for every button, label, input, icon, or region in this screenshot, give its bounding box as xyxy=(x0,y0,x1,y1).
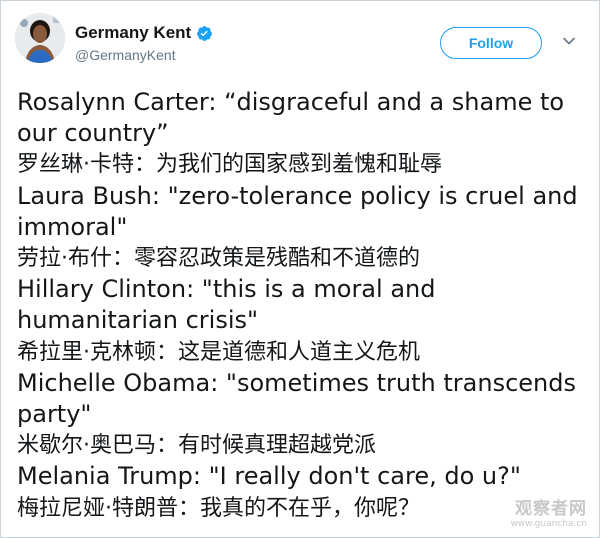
chevron-down-icon[interactable] xyxy=(561,33,577,49)
user-handle[interactable]: @GermanyKent xyxy=(75,47,176,63)
verified-badge-icon xyxy=(196,25,213,42)
tweet-header: Germany Kent @GermanyKent Follow xyxy=(15,13,585,73)
watermark: 观察者网 www.guancha.cn xyxy=(511,494,587,529)
tweet-line: Michelle Obama: "sometimes truth transce… xyxy=(17,368,576,397)
tweet-line: Melania Trump: "I really don't care, do … xyxy=(17,462,521,491)
name-row: Germany Kent xyxy=(75,21,213,45)
watermark-logo-text: 观察者网 xyxy=(515,499,587,519)
tweet-line: Laura Bush: "zero-tolerance policy is cr… xyxy=(17,181,578,210)
tweet-text: Rosalynn Carter: “disgraceful and a sham… xyxy=(17,87,587,524)
tweet-line: 希拉里·克林顿：这是道德和人道主义危机 xyxy=(17,339,420,365)
tweet-line: humanitarian crisis" xyxy=(17,306,259,335)
avatar[interactable] xyxy=(15,13,65,63)
tweet-line: 罗丝琳·卡特：为我们的国家感到羞愧和耻辱 xyxy=(17,152,442,178)
watermark-url: www.guancha.cn xyxy=(510,519,587,529)
tweet-line: 米歇尔·奥巴马：有时候真理超越党派 xyxy=(17,433,376,459)
profile-photo xyxy=(15,13,65,63)
tweet-line: Hillary Clinton: "this is a moral and xyxy=(17,275,436,304)
tweet-card: Germany Kent @GermanyKent Follow Rosalyn… xyxy=(0,0,600,538)
tweet-line: party" xyxy=(17,400,92,429)
tweet-line: immoral" xyxy=(17,212,128,241)
tweet-line: 劳拉·布什：零容忍政策是残酷和不道德的 xyxy=(17,246,420,272)
tweet-line: our country” xyxy=(17,119,169,148)
follow-button[interactable]: Follow xyxy=(440,27,542,59)
display-name[interactable]: Germany Kent xyxy=(75,23,191,43)
tweet-line: Rosalynn Carter: “disgraceful and a sham… xyxy=(17,88,565,116)
tweet-line: 梅拉尼娅·特朗普：我真的不在乎，你呢？ xyxy=(17,495,420,521)
